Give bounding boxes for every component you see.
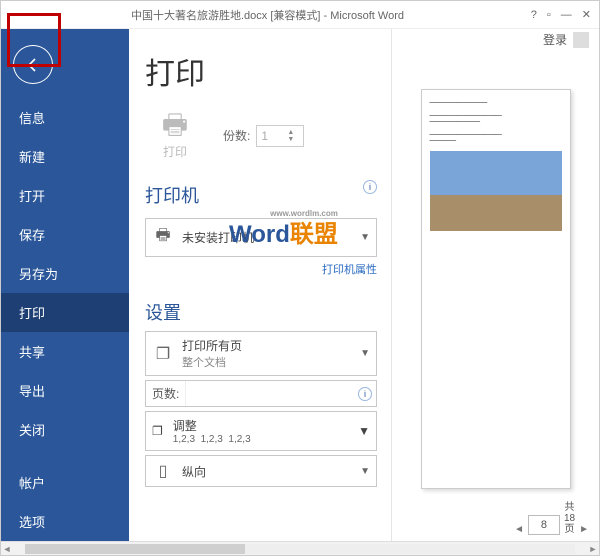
page-preview: ━━━━━━━━━━━━━━━━━━━━━━━━ ━━━━━━━━━━━━━━━… [421, 89, 571, 489]
collate-icon: ❐ [152, 424, 163, 438]
copies-label: 份数: [223, 127, 250, 144]
orientation-dropdown[interactable]: ▯ 纵向 ▼ [145, 455, 377, 487]
backstage-sidebar: 信息 新建 打开 保存 另存为 打印 共享 导出 关闭 帐户 选项 [1, 29, 129, 541]
horizontal-scrollbar[interactable]: ◄ ► [1, 541, 599, 555]
copies-spinner[interactable]: ▲▼ [256, 125, 304, 147]
settings-section-title: 设置 [145, 299, 377, 325]
page-total: 共 18 页 [564, 502, 575, 535]
chevron-down-icon: ▼ [358, 424, 370, 438]
scroll-left-icon[interactable]: ◄ [1, 544, 13, 554]
restore-button[interactable]: ▫ [547, 9, 551, 21]
scope-sub: 整个文档 [182, 354, 352, 370]
sidebar-item-export[interactable]: 导出 [1, 371, 129, 410]
copies-group: 份数: ▲▼ [223, 125, 304, 147]
sidebar-item-close[interactable]: 关闭 [1, 410, 129, 449]
pages-row: 页数: i [145, 380, 377, 407]
printer-icon: 🖶 [152, 224, 174, 251]
sidebar-item-share[interactable]: 共享 [1, 332, 129, 371]
collate-dropdown[interactable]: ❐ 调整 1,2,3 1,2,3 1,2,3 ▼ [145, 411, 377, 451]
document-icon: ❐ [152, 344, 174, 364]
sidebar-separator [1, 449, 129, 463]
main-area: 打印 🖶 打印 份数: ▲▼ 打印机 [129, 29, 599, 541]
close-button[interactable]: ✕ [582, 8, 591, 21]
print-scope-text: 打印所有页 整个文档 [182, 337, 352, 370]
page-navigator: ◄ 8 共 18 页 ► [514, 502, 589, 535]
print-button-label: 打印 [145, 143, 205, 160]
printer-properties-link[interactable]: 打印机属性 [145, 261, 377, 277]
app-window: 中国十大著名旅游胜地.docx [兼容模式] - Microsoft Word … [0, 0, 600, 556]
scope-title: 打印所有页 [182, 339, 242, 353]
orientation-text: 纵向 [182, 463, 352, 480]
sidebar-item-save[interactable]: 保存 [1, 215, 129, 254]
pages-input[interactable] [186, 383, 354, 405]
sidebar-item-print[interactable]: 打印 [1, 293, 129, 332]
page-title: 打印 [145, 49, 377, 93]
next-page-button[interactable]: ► [579, 524, 589, 535]
sidebar-item-new[interactable]: 新建 [1, 137, 129, 176]
print-preview-pane: ━━━━━━━━━━━━━━━━━━━━━━━━ ━━━━━━━━━━━━━━━… [391, 29, 599, 541]
print-scope-dropdown[interactable]: ❐ 打印所有页 整个文档 ▼ [145, 331, 377, 376]
titlebar: 中国十大著名旅游胜地.docx [兼容模式] - Microsoft Word … [1, 1, 599, 29]
copies-input[interactable] [257, 129, 287, 143]
printer-name: 未安装打印机 [182, 229, 352, 246]
body: 信息 新建 打开 保存 另存为 打印 共享 导出 关闭 帐户 选项 打印 🖶 打… [1, 29, 599, 541]
chevron-down-icon: ▼ [360, 466, 370, 477]
help-button[interactable]: ? [531, 9, 537, 21]
chevron-down-icon: ▼ [360, 348, 370, 359]
spinner-arrows[interactable]: ▲▼ [287, 129, 301, 143]
orientation-icon: ▯ [152, 461, 174, 481]
window-controls: ? ▫ — ✕ [531, 8, 591, 21]
prev-page-button[interactable]: ◄ [514, 524, 524, 535]
current-page[interactable]: 8 [528, 515, 560, 535]
scroll-right-icon[interactable]: ► [587, 544, 599, 554]
back-arrow-icon [23, 55, 43, 75]
chevron-down-icon: ▼ [360, 232, 370, 243]
printer-dropdown[interactable]: 🖶 未安装打印机 ▼ [145, 218, 377, 257]
scroll-track[interactable] [25, 544, 575, 554]
sidebar-item-options[interactable]: 选项 [1, 502, 129, 541]
printer-section-title: 打印机 [145, 182, 199, 208]
window-title: 中国十大著名旅游胜地.docx [兼容模式] - Microsoft Word [131, 7, 531, 23]
sidebar-item-open[interactable]: 打开 [1, 176, 129, 215]
back-button[interactable] [13, 45, 53, 84]
print-action-row: 🖶 打印 份数: ▲▼ [145, 111, 377, 160]
print-settings-pane: 打印 🖶 打印 份数: ▲▼ 打印机 [129, 29, 391, 541]
info-icon[interactable]: i [358, 387, 372, 401]
print-button[interactable]: 🖶 打印 [145, 111, 205, 160]
sidebar-item-saveas[interactable]: 另存为 [1, 254, 129, 293]
sidebar-item-account[interactable]: 帐户 [1, 463, 129, 502]
scroll-thumb[interactable] [25, 544, 245, 554]
minimize-button[interactable]: — [561, 9, 572, 21]
collate-seq: 1,2,3 1,2,3 1,2,3 [173, 434, 348, 445]
collate-label: 调整 [173, 417, 348, 434]
preview-image [430, 151, 562, 231]
printer-icon: 🖶 [145, 111, 205, 139]
info-icon[interactable]: i [363, 180, 377, 194]
sidebar-item-info[interactable]: 信息 [1, 98, 129, 137]
pages-label: 页数: [146, 381, 186, 406]
